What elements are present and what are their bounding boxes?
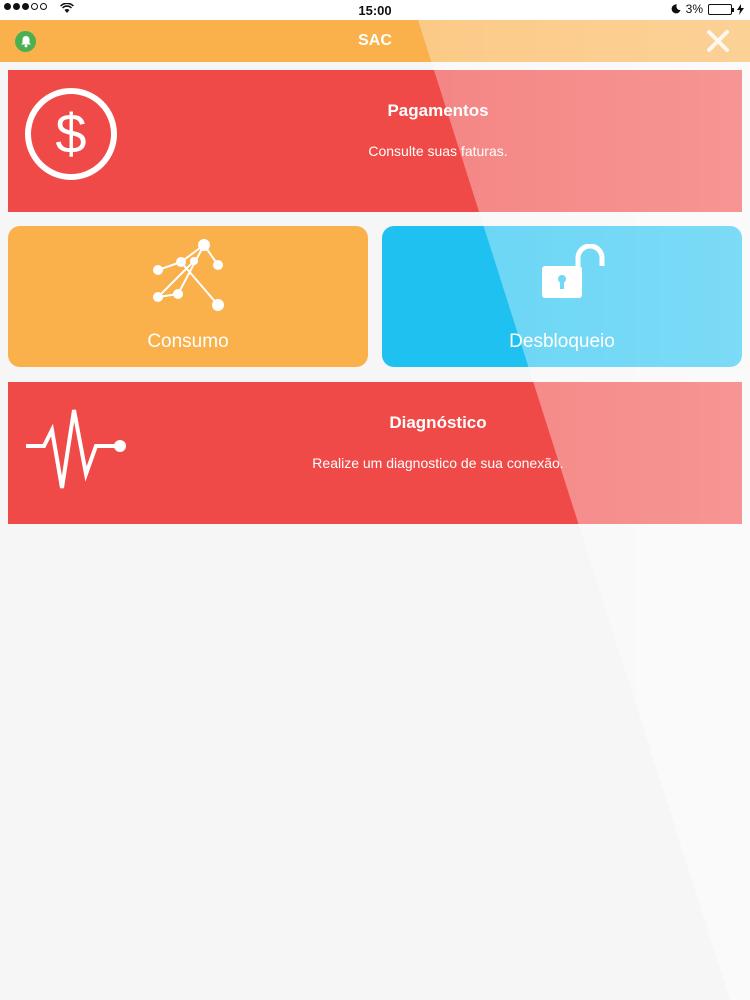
moon-icon [671,4,681,14]
network-graph-icon [153,239,224,311]
pagamentos-subtitle: Consulte suas faturas. [368,143,508,159]
pagamentos-tile[interactable]: $ Pagamentos Consulte suas faturas. [8,70,742,212]
diagnostico-subtitle: Realize um diagnostico de sua conexão. [312,455,564,471]
diagnostico-title: Diagnóstico [389,413,487,432]
diagnostico-tile[interactable]: Diagnóstico Realize um diagnostico de su… [8,382,742,524]
status-time: 15:00 [358,3,392,18]
battery-percent: 3% [685,2,703,16]
battery-icon [708,3,734,15]
app-header: SAC [0,20,750,62]
status-bar: 15:00 3% [0,0,750,20]
unlock-icon [542,244,605,298]
close-icon[interactable] [706,29,730,53]
consumo-tile[interactable]: Consumo [8,226,368,367]
pagamentos-title: Pagamentos [387,101,489,120]
consumo-label: Consumo [147,331,229,352]
desbloqueio-label: Desbloqueio [509,331,615,352]
charging-icon [737,3,744,15]
page-title: SAC [358,32,392,49]
desbloqueio-tile[interactable]: Desbloqueio [382,226,742,367]
